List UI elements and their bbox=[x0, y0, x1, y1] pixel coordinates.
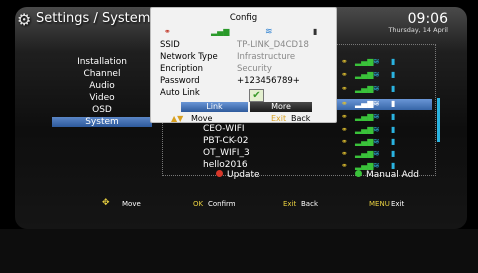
lock-icon: ▮ bbox=[391, 112, 396, 121]
wifi-icon: ≋ bbox=[373, 57, 380, 66]
signal-bars-icon: ▂▄▆ bbox=[355, 70, 374, 79]
wifi-row-icons: ⚭ ▂▄▆ ≋ ▮ bbox=[341, 149, 407, 159]
red-dot-icon bbox=[216, 170, 223, 177]
wifi-icon: ≋ bbox=[373, 112, 380, 121]
dialog-exit-key: Exit bbox=[271, 114, 287, 123]
hint-move: Move bbox=[122, 200, 141, 208]
page-title: Settings / System bbox=[36, 11, 151, 26]
signal-bars-icon: ▂▄▆ bbox=[355, 84, 374, 93]
wifi-row-icons: ⚭ ▂▄▆ ≋ ▮ bbox=[341, 57, 407, 67]
menu-item-installation[interactable]: Installation bbox=[52, 57, 152, 67]
dialog-hint-move: Move bbox=[191, 114, 213, 123]
hint-back: Back bbox=[301, 200, 318, 208]
manual-add-label: Manual Add bbox=[366, 170, 419, 180]
ssid-value: TP-LINK_D4CD18 bbox=[237, 40, 309, 50]
wifi-icon: ≋ bbox=[373, 99, 380, 108]
encryption-label: Encription bbox=[160, 64, 203, 74]
auto-link-label: Auto Link bbox=[160, 88, 200, 98]
wifi-ssid[interactable]: OT_WIFI_3 bbox=[203, 148, 250, 158]
menu-key-label: MENU bbox=[369, 200, 390, 208]
config-dialog: Config ⚭ ▂▄▆ ≋ ▮ SSID TP-LINK_D4CD18 Net… bbox=[150, 7, 337, 123]
menu-item-channel[interactable]: Channel bbox=[52, 69, 152, 79]
signal-bars-icon: ▂▄▆ bbox=[355, 125, 374, 134]
wifi-ssid[interactable]: CEO-WIFI bbox=[203, 124, 245, 134]
lock-icon: ▮ bbox=[391, 84, 396, 93]
manual-add-button[interactable]: Manual Add bbox=[355, 170, 419, 180]
lock-icon: ▮ bbox=[391, 57, 396, 66]
up-down-arrow-icon: ▲▼ bbox=[171, 114, 184, 123]
clock-date: Thursday, 14 April bbox=[388, 26, 448, 34]
dialog-hint-back: Back bbox=[291, 114, 311, 123]
ok-key-label: OK bbox=[193, 200, 204, 208]
wifi-row-icons: ⚭ ▂▄▆ ≋ ▮ bbox=[341, 99, 407, 109]
wifi-row-icons: ⚭ ▂▄▆ ≋ ▮ bbox=[341, 84, 407, 94]
password-field[interactable]: +123456789+ bbox=[237, 76, 300, 86]
wifi-link-icon: ⚭ bbox=[341, 99, 348, 108]
lock-icon: ▮ bbox=[313, 27, 318, 36]
wifi-link-icon: ⚭ bbox=[341, 149, 348, 158]
wifi-icon: ≋ bbox=[373, 149, 380, 158]
menu-item-system[interactable]: System bbox=[52, 117, 152, 127]
settings-screen: ⚙ Settings / System 09:06 Thursday, 14 A… bbox=[0, 0, 478, 273]
wifi-link-icon: ⚭ bbox=[164, 27, 171, 36]
hint-confirm: Confirm bbox=[208, 200, 236, 208]
wifi-link-icon: ⚭ bbox=[341, 70, 348, 79]
menu-item-video[interactable]: Video bbox=[52, 93, 152, 103]
scrollbar[interactable] bbox=[437, 98, 440, 142]
ssid-label: SSID bbox=[160, 40, 180, 50]
signal-bars-icon: ▂▄▆ bbox=[355, 112, 374, 121]
exit-key-label: Exit bbox=[283, 200, 297, 208]
lock-icon: ▮ bbox=[391, 149, 396, 158]
update-button[interactable]: Update bbox=[216, 170, 260, 180]
wifi-row-icons: ⚭ ▂▄▆ ≋ ▮ bbox=[341, 137, 407, 147]
wifi-link-icon: ⚭ bbox=[341, 161, 348, 170]
wifi-icon: ≋ bbox=[373, 70, 380, 79]
wifi-icon: ≋ bbox=[265, 27, 273, 37]
wifi-icon: ≋ bbox=[373, 84, 380, 93]
encryption-value[interactable]: Security bbox=[237, 64, 272, 74]
clock-time: 09:06 bbox=[407, 11, 448, 27]
link-button[interactable]: Link bbox=[181, 102, 248, 112]
menu-item-audio[interactable]: Audio bbox=[52, 81, 152, 91]
bottom-bar bbox=[0, 229, 478, 273]
auto-link-checkbox[interactable]: ✔ bbox=[249, 89, 264, 102]
network-type-label: Network Type bbox=[160, 52, 218, 62]
wifi-icon: ≋ bbox=[373, 137, 380, 146]
lock-icon: ▮ bbox=[391, 125, 396, 134]
wifi-row-icons: ⚭ ▂▄▆ ≋ ▮ bbox=[341, 125, 407, 135]
password-label: Password bbox=[160, 76, 200, 86]
wifi-ssid[interactable]: hello2016 bbox=[203, 160, 248, 170]
hint-exit: Exit bbox=[391, 200, 405, 208]
signal-bars-icon: ▂▄▆ bbox=[355, 149, 374, 158]
wifi-row-icons: ⚭ ▂▄▆ ≋ ▮ bbox=[341, 112, 407, 122]
network-type-value: Infrastructure bbox=[237, 52, 296, 62]
signal-bars-icon: ▂▄▆ bbox=[211, 27, 230, 36]
menu-item-osd[interactable]: OSD bbox=[52, 105, 152, 115]
gear-icon: ⚙ bbox=[17, 10, 32, 29]
wifi-ssid[interactable]: PBT-CK-02 bbox=[203, 136, 248, 146]
move-arrows-icon: ✥ bbox=[102, 198, 110, 208]
wifi-link-icon: ⚭ bbox=[341, 84, 348, 93]
more-button[interactable]: More bbox=[250, 102, 312, 112]
dialog-status-icons: ⚭ ▂▄▆ ≋ ▮ bbox=[151, 27, 336, 39]
signal-bars-icon: ▂▄▆ bbox=[355, 137, 374, 146]
wifi-link-icon: ⚭ bbox=[341, 112, 348, 121]
update-label: Update bbox=[227, 170, 260, 180]
wifi-row-icons: ⚭ ▂▄▆ ≋ ▮ bbox=[341, 70, 407, 80]
wifi-icon: ≋ bbox=[373, 125, 380, 134]
lock-icon: ▮ bbox=[391, 70, 396, 79]
signal-bars-icon: ▂▄▆ bbox=[355, 57, 374, 66]
dialog-title: Config bbox=[229, 13, 258, 23]
clock: 09:06 Thursday, 14 April bbox=[388, 12, 448, 34]
wifi-link-icon: ⚭ bbox=[341, 57, 348, 66]
lock-icon: ▮ bbox=[391, 99, 396, 108]
lock-icon: ▮ bbox=[391, 137, 396, 146]
wifi-link-icon: ⚭ bbox=[341, 137, 348, 146]
green-dot-icon bbox=[355, 170, 362, 177]
signal-bars-icon: ▂▄▆ bbox=[355, 99, 374, 108]
wifi-link-icon: ⚭ bbox=[341, 125, 348, 134]
